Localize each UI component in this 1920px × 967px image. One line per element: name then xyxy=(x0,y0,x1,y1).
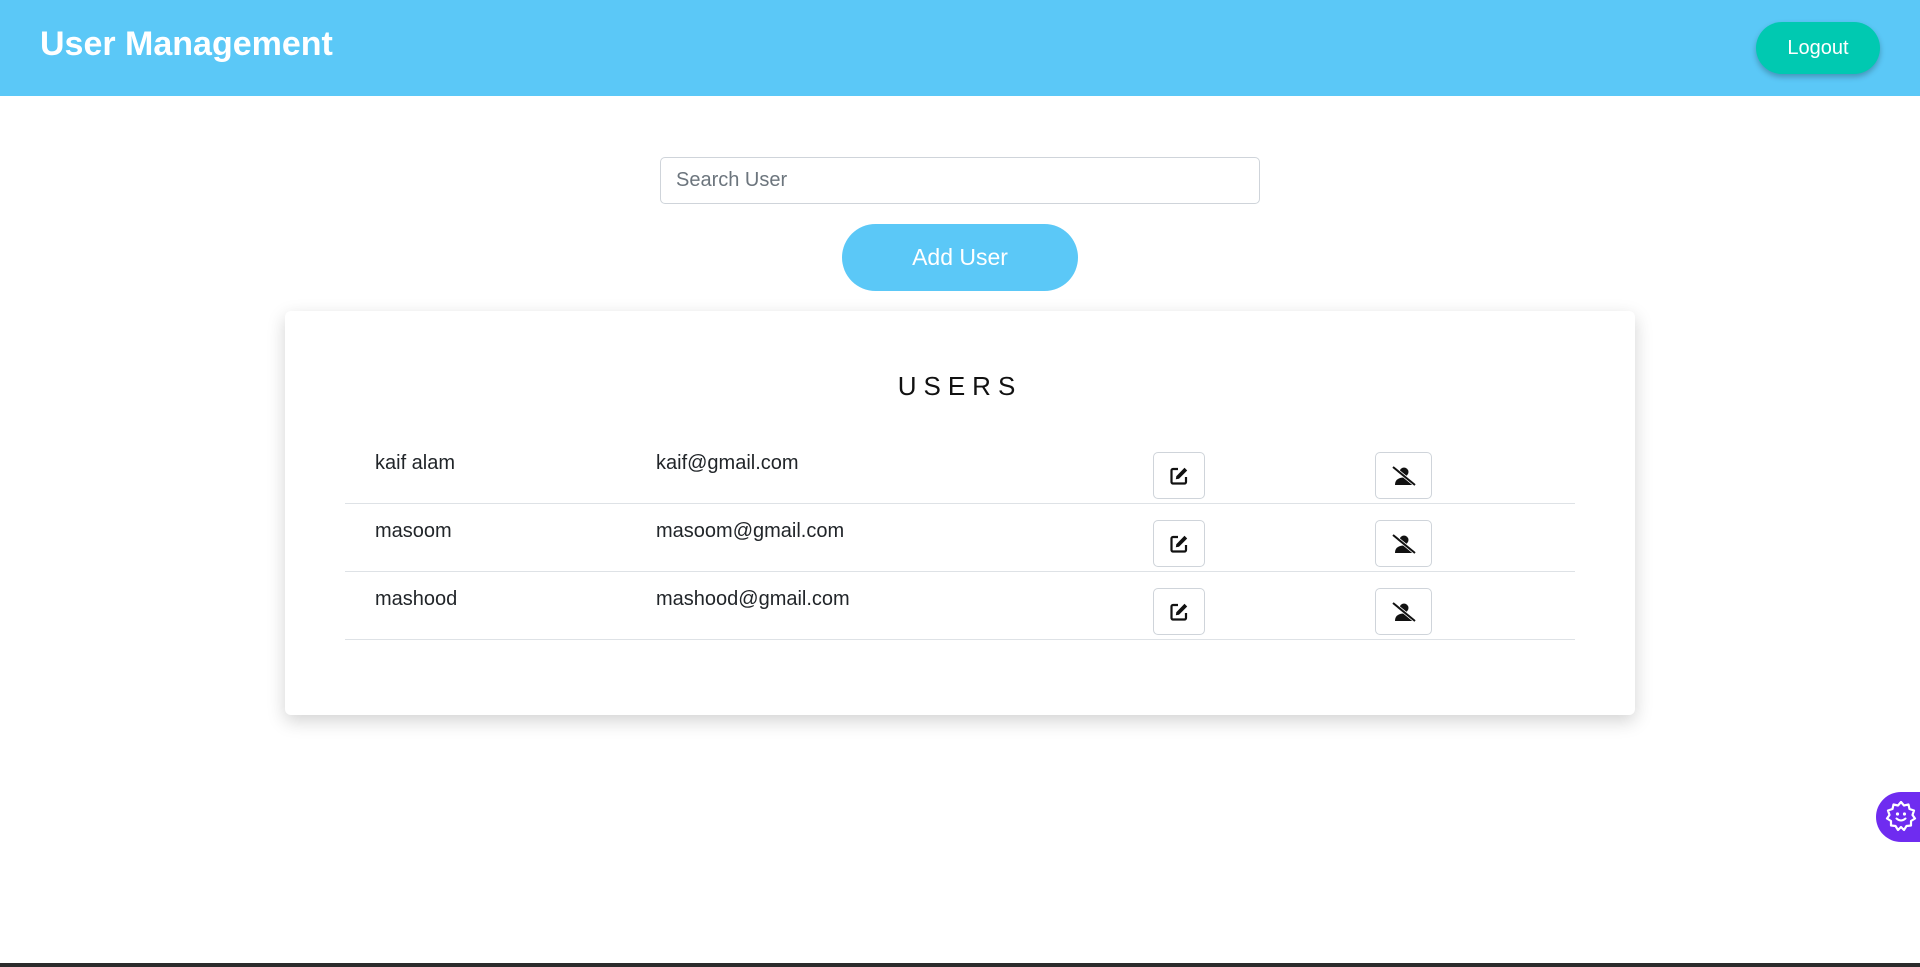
user-slash-icon xyxy=(1391,465,1417,487)
users-heading: USERS xyxy=(897,371,1023,401)
deactivate-user-button[interactable] xyxy=(1375,452,1432,499)
bottom-divider xyxy=(0,963,1920,967)
search-input[interactable] xyxy=(660,157,1260,204)
user-name: kaif alam xyxy=(375,452,456,474)
gear-face-icon xyxy=(1885,800,1917,835)
table-row: kaif alam kaif@gmail.com xyxy=(345,436,1575,504)
logout-button[interactable]: Logout xyxy=(1756,22,1880,74)
edit-user-button[interactable] xyxy=(1153,520,1205,567)
add-user-button[interactable]: Add User xyxy=(842,224,1078,291)
deactivate-user-button[interactable] xyxy=(1375,588,1432,635)
user-slash-icon xyxy=(1391,533,1417,555)
table-row: masoom masoom@gmail.com xyxy=(345,504,1575,572)
app-title: User Management xyxy=(40,25,333,63)
edit-icon xyxy=(1169,602,1189,622)
top-bar: User Management Logout xyxy=(0,0,1920,96)
user-email: mashood@gmail.com xyxy=(656,588,850,610)
user-email: masoom@gmail.com xyxy=(656,520,845,542)
edit-user-button[interactable] xyxy=(1153,588,1205,635)
users-table: kaif alam kaif@gmail.com masoom masoom@g… xyxy=(345,436,1575,640)
user-name: mashood xyxy=(375,588,458,610)
edit-icon xyxy=(1169,466,1189,486)
floating-assistant-button[interactable] xyxy=(1876,792,1920,842)
table-row: mashood mashood@gmail.com xyxy=(345,572,1575,640)
edit-user-button[interactable] xyxy=(1153,452,1205,499)
user-slash-icon xyxy=(1391,601,1417,623)
users-card: USERS kaif alam kaif@gmail.com masoom ma… xyxy=(285,311,1635,715)
deactivate-user-button[interactable] xyxy=(1375,520,1432,567)
user-name: masoom xyxy=(375,520,452,542)
edit-icon xyxy=(1169,534,1189,554)
user-email: kaif@gmail.com xyxy=(656,452,799,474)
